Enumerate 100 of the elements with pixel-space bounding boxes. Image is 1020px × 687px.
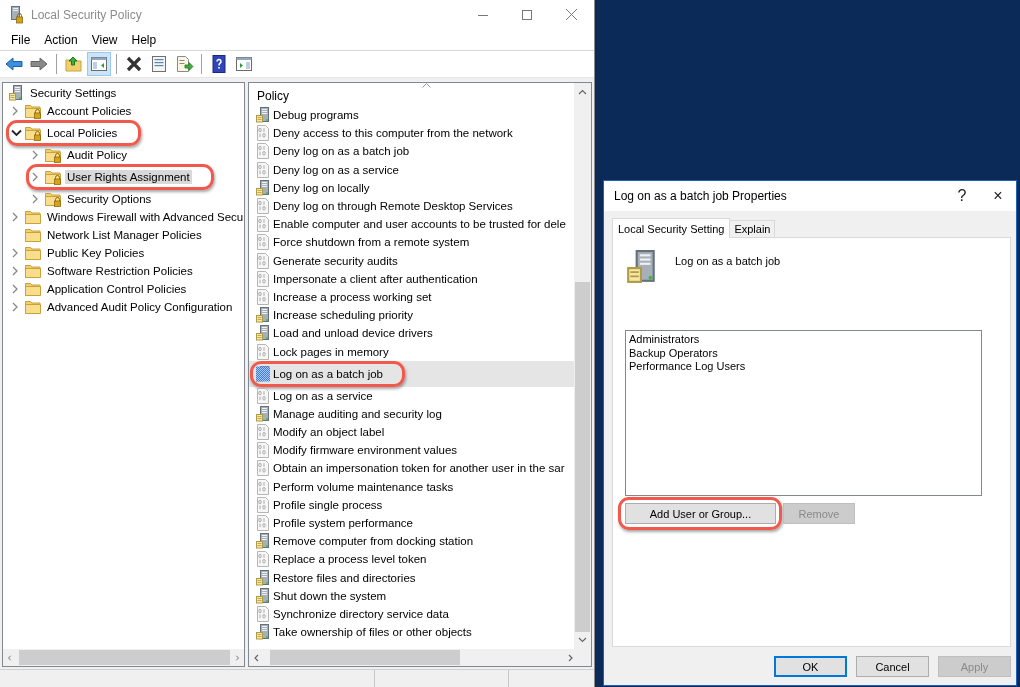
policy-name: Debug programs xyxy=(273,109,359,122)
member-item[interactable]: Performance Log Users xyxy=(629,360,978,374)
horizontal-scrollbar[interactable] xyxy=(249,649,591,666)
column-header[interactable]: Policy xyxy=(257,89,289,105)
tree-item[interactable]: Security Options xyxy=(65,192,154,206)
menu-item[interactable]: Action xyxy=(37,32,85,47)
policy-name: Log on as a service xyxy=(273,389,373,402)
chevron-right-icon[interactable] xyxy=(31,172,39,182)
policy-row[interactable]: Remove computer from docking station xyxy=(249,532,574,551)
tab[interactable]: Explain xyxy=(729,220,776,237)
console-tree-tool-button[interactable] xyxy=(87,52,111,76)
tree-item[interactable]: Public Key Policies xyxy=(45,246,147,260)
menu-item[interactable]: View xyxy=(84,32,125,47)
close-icon xyxy=(565,9,577,20)
close-button[interactable]: × xyxy=(980,181,1016,211)
dialog-button[interactable]: Cancel xyxy=(856,656,929,677)
policy-row[interactable]: Obtain an impersonation token for another user in the sar xyxy=(249,459,574,478)
policy-row[interactable]: Perform volume maintenance tasks xyxy=(249,477,574,496)
tree-item[interactable]: Application Control Policies xyxy=(45,282,189,296)
policy-row[interactable]: Deny log on as a service xyxy=(249,160,574,179)
chevron-right-icon[interactable] xyxy=(11,106,19,116)
chevron-right-icon[interactable] xyxy=(11,266,19,276)
member-item[interactable]: Administrators xyxy=(629,333,978,347)
chevron-right-icon[interactable] xyxy=(31,194,39,204)
policy-row[interactable]: Force shutdown from a remote system xyxy=(249,233,574,252)
dialog-button[interactable]: OK xyxy=(774,656,847,677)
policy-row[interactable]: Take ownership of files or other objects xyxy=(249,623,574,642)
folder-icon xyxy=(25,281,42,297)
chevron-right-icon[interactable] xyxy=(31,150,39,160)
policy-row[interactable]: Debug programs xyxy=(249,106,574,125)
server-icon xyxy=(255,405,271,422)
chevron-right-icon[interactable] xyxy=(11,248,19,258)
policy-row[interactable]: Modify an object label xyxy=(249,423,574,442)
page-icon xyxy=(255,125,271,142)
policy-row[interactable]: Restore files and directories xyxy=(249,568,574,587)
vertical-scrollbar[interactable] xyxy=(574,83,591,649)
action-button[interactable]: Add User or Group... xyxy=(625,503,776,524)
policy-row[interactable]: Profile single process xyxy=(249,495,574,514)
policy-row[interactable]: Lock pages in memory xyxy=(249,342,574,361)
policy-name: Shut down the system xyxy=(273,589,387,602)
policy-name: Load and unload device drivers xyxy=(273,327,433,340)
tree-item[interactable]: Security Settings xyxy=(28,86,119,100)
page-icon xyxy=(255,161,271,178)
policy-row[interactable]: Deny log on as a batch job xyxy=(249,142,574,161)
members-list[interactable]: Administrators Backup Operators Performance Log Users xyxy=(625,330,982,496)
scroll-left-icon[interactable] xyxy=(253,653,261,662)
tree-item[interactable]: Audit Policy xyxy=(65,148,130,162)
chevron-down-icon[interactable] xyxy=(11,129,22,137)
policy-row[interactable]: Shut down the system xyxy=(249,586,574,605)
policy-row[interactable]: Modify firmware environment values xyxy=(249,441,574,460)
policy-row[interactable]: Increase a process working set xyxy=(249,287,574,307)
policy-row[interactable]: Impersonate a client after authentication xyxy=(249,269,574,288)
scroll-right-icon[interactable] xyxy=(566,653,574,662)
menu-item[interactable]: File xyxy=(4,32,38,47)
policy-row[interactable]: Deny log on through Remote Desktop Services xyxy=(249,196,574,216)
server-icon xyxy=(255,307,271,324)
scrollbar-thumb[interactable] xyxy=(575,282,590,632)
tree-item[interactable]: Local Policies xyxy=(45,126,120,140)
chevron-right-icon[interactable] xyxy=(11,284,19,294)
scroll-up-icon[interactable] xyxy=(578,88,587,96)
policy-name: Deny access to this computer from the network xyxy=(273,127,513,140)
help-button[interactable]: ? xyxy=(944,181,980,211)
policy-name: Take ownership of files or other objects xyxy=(273,626,472,639)
policy-row[interactable]: Profile system performance xyxy=(249,513,574,533)
policy-row[interactable]: Log on as a service xyxy=(249,386,574,405)
policy-name: Modify an object label xyxy=(273,426,385,439)
chevron-right-icon[interactable] xyxy=(11,302,19,312)
tab[interactable]: Local Security Setting xyxy=(612,218,731,238)
page-icon xyxy=(255,424,271,441)
policy-row[interactable]: Load and unload device drivers xyxy=(249,324,574,343)
policy-row[interactable]: Deny access to this computer from the network xyxy=(249,124,574,143)
tree-item[interactable]: Windows Firewall with Advanced Secu xyxy=(45,210,244,224)
member-item[interactable]: Backup Operators xyxy=(629,346,978,360)
policy-row[interactable]: Replace a process level token xyxy=(249,550,574,569)
policy-name: Profile single process xyxy=(273,498,383,511)
menu-item[interactable]: Help xyxy=(124,32,164,47)
policy-row[interactable]: Synchronize directory service data xyxy=(249,604,574,624)
tree-item[interactable]: Account Policies xyxy=(45,104,134,118)
page-icon xyxy=(255,343,271,360)
server-icon xyxy=(255,107,271,124)
policy-row[interactable]: Generate security audits xyxy=(249,251,574,270)
page-icon xyxy=(255,143,271,160)
policy-row[interactable]: Manage auditing and security log xyxy=(249,404,574,423)
policy-row[interactable]: Log on as a batch job xyxy=(249,360,574,387)
tree-item[interactable]: Network List Manager Policies xyxy=(45,228,204,242)
policy-row[interactable]: Deny log on locally xyxy=(249,178,574,197)
scrollbar-thumb[interactable] xyxy=(19,650,230,665)
sort-caret-icon xyxy=(422,83,431,88)
tree-item[interactable]: User Rights Assignment xyxy=(65,170,192,184)
policy-name: Log on as a batch job xyxy=(273,367,383,380)
policy-row[interactable]: Increase scheduling priority xyxy=(249,306,574,325)
horizontal-scrollbar[interactable] xyxy=(3,649,244,666)
scrollbar-thumb[interactable] xyxy=(270,650,460,665)
policy-row[interactable]: Enable computer and user accounts to be trusted for dele xyxy=(249,215,574,234)
scroll-down-icon[interactable] xyxy=(578,636,587,644)
tree-item[interactable]: Software Restriction Policies xyxy=(45,264,195,278)
page-icon xyxy=(255,551,271,568)
page-icon xyxy=(255,387,271,404)
chevron-right-icon[interactable] xyxy=(11,212,19,222)
tree-item[interactable]: Advanced Audit Policy Configuration xyxy=(45,300,235,314)
